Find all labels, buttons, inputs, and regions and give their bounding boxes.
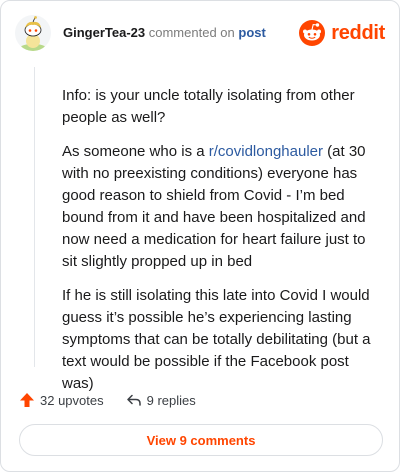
username[interactable]: GingerTea-23 <box>63 25 145 40</box>
snoo-avatar-icon <box>15 15 51 51</box>
comment-paragraph: Info: is your uncle totally isolating fr… <box>62 87 355 126</box>
comment-paragraph: As someone who is a r/covidlonghauler (a… <box>62 141 382 273</box>
reply-icon <box>126 394 141 406</box>
commented-text: commented on <box>148 25 235 40</box>
upvote-count: 32 upvotes <box>40 392 104 408</box>
replies-button[interactable]: 9 replies <box>126 392 196 408</box>
upvote-button[interactable]: 32 upvotes <box>19 392 104 408</box>
comment-actions: 32 upvotes 9 replies <box>19 389 196 411</box>
thread-line <box>34 67 35 367</box>
user-avatar[interactable] <box>15 15 51 51</box>
post-link[interactable]: post <box>238 25 265 40</box>
reddit-logo-icon <box>299 20 326 46</box>
paragraph-text: (at 30 with no preexisting conditions) e… <box>62 143 366 270</box>
brand-wordmark: reddit <box>331 21 385 44</box>
view-comments-button[interactable]: View 9 comments <box>19 424 383 456</box>
upvote-arrow-icon <box>20 393 34 407</box>
comment-body: Info: is your uncle totally isolating fr… <box>62 85 382 407</box>
comment-paragraph: If he is still isolating this late into … <box>62 287 371 392</box>
subreddit-link[interactable]: r/covidlonghauler <box>209 143 323 160</box>
header-text: GingerTea-23 commented on post <box>63 25 266 41</box>
reply-count: 9 replies <box>146 392 196 408</box>
paragraph-text: As someone who is a <box>62 143 209 160</box>
comment-card: GingerTea-23 commented on post reddit In… <box>0 0 400 472</box>
comment-header: GingerTea-23 commented on post reddit <box>1 1 399 65</box>
reddit-brand[interactable]: reddit <box>299 19 385 47</box>
